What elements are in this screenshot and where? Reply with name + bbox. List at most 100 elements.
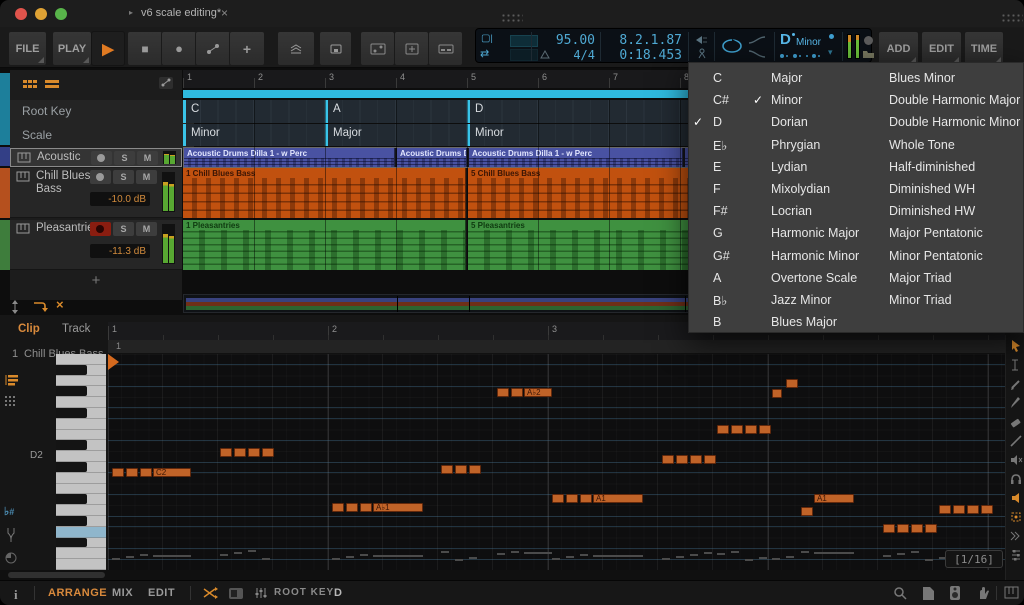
close-window-button[interactable]	[15, 8, 27, 20]
piano-key-B2[interactable]	[56, 354, 106, 365]
midi-note[interactable]	[883, 524, 895, 533]
expand-icons-icon[interactable]	[1009, 529, 1023, 543]
tab-track[interactable]: Track	[62, 323, 90, 335]
root-key-status-value[interactable]: D	[334, 587, 342, 599]
midi-note[interactable]	[981, 505, 993, 514]
tuning-fork-icon[interactable]	[4, 527, 18, 543]
slope-tool-icon[interactable]	[1009, 434, 1023, 448]
grid-size-display[interactable]: [1/16]	[945, 550, 1003, 568]
scale-track-color[interactable]	[0, 73, 10, 145]
midi-note[interactable]	[262, 448, 274, 457]
menu-item-root-key[interactable]: F	[713, 182, 721, 196]
solo-button[interactable]: S	[113, 170, 134, 184]
menu-item-scale[interactable]: Harmonic Major	[771, 226, 859, 240]
editor-scrollbar[interactable]	[0, 570, 1005, 580]
fade-out-icon[interactable]	[748, 49, 766, 59]
controller-button[interactable]	[319, 31, 352, 66]
midi-note[interactable]	[469, 465, 481, 474]
menu-item-root-key[interactable]: G	[713, 226, 723, 240]
midi-note[interactable]	[897, 524, 909, 533]
midi-note[interactable]: A1	[814, 494, 854, 503]
midi-note[interactable]	[704, 455, 716, 464]
menu-item-scale[interactable]: Half-diminished	[889, 160, 975, 174]
punch-in-icon[interactable]: ▢|	[481, 33, 493, 44]
tab-title[interactable]: v6 scale editing*	[141, 7, 221, 19]
record-arm-button[interactable]	[90, 222, 111, 236]
track-name[interactable]: Acoustic	[37, 151, 80, 163]
piano-key-Ab1[interactable]	[56, 516, 106, 527]
punch-out-field[interactable]	[510, 49, 538, 61]
add-button[interactable]: ADD	[878, 31, 919, 66]
piano-key-Bb1[interactable]	[56, 494, 106, 505]
midi-note[interactable]	[786, 379, 798, 388]
piano-key-Eb2[interactable]	[56, 440, 106, 451]
midi-note[interactable]: C2	[153, 468, 191, 477]
midi-note[interactable]	[731, 425, 743, 434]
metronome-icon[interactable]	[540, 50, 550, 59]
menu-item-root-key[interactable]: C	[713, 71, 722, 85]
track-row[interactable]: PleasantriesSM-11.3 dB	[10, 220, 182, 270]
menu-item-scale[interactable]: Minor Triad	[889, 293, 952, 307]
playhead-marker[interactable]	[108, 354, 119, 370]
menu-item-root-key[interactable]: C#	[713, 93, 729, 107]
midi-note[interactable]	[220, 448, 232, 457]
midi-note[interactable]	[511, 388, 523, 397]
track-row[interactable]: AcousticSM	[10, 148, 182, 167]
eraser-tool-icon[interactable]	[1009, 415, 1023, 429]
crossfade-icon[interactable]: ⇄	[480, 47, 489, 60]
minimize-window-button[interactable]	[35, 8, 47, 20]
knife-tool-icon[interactable]	[1009, 396, 1023, 410]
menu-item-root-key[interactable]: D	[713, 115, 722, 129]
fold-notes-icon[interactable]	[4, 395, 18, 409]
menu-item-scale[interactable]: Major Triad	[889, 271, 952, 285]
piano-key-Db2[interactable]	[56, 462, 106, 473]
menu-item-scale[interactable]: Blues Major	[771, 315, 837, 329]
midi-note[interactable]	[234, 448, 246, 457]
midi-note[interactable]	[939, 505, 951, 514]
record-button[interactable]: ●	[161, 31, 197, 66]
follow-playhead-icon[interactable]	[694, 35, 708, 45]
menu-item-scale[interactable]: Minor Pentatonic	[889, 249, 983, 263]
menu-item-root-key[interactable]: B	[713, 315, 721, 329]
menu-item-scale[interactable]: Locrian	[771, 204, 812, 218]
midi-note[interactable]	[552, 494, 564, 503]
midi-note[interactable]	[676, 455, 688, 464]
menu-item-scale[interactable]: Jazz Minor	[771, 293, 831, 307]
time-display[interactable]: 0:18.453	[606, 48, 682, 63]
record-master-icon[interactable]	[864, 36, 873, 45]
browser-file-icon[interactable]	[922, 586, 935, 601]
clip-launcher-button[interactable]	[428, 31, 463, 66]
midi-note[interactable]	[925, 524, 937, 533]
search-icon[interactable]	[893, 586, 908, 601]
menu-item-root-key[interactable]: E	[713, 160, 721, 174]
volume-display[interactable]: -11.3 dB	[90, 244, 150, 258]
piano-key-G1[interactable]	[56, 527, 106, 538]
midi-note[interactable]	[801, 507, 813, 516]
track-color-acoustic[interactable]	[0, 147, 10, 166]
scale-cell[interactable]: Major	[325, 124, 465, 146]
piano-key-F2[interactable]	[56, 419, 106, 430]
menu-item-scale[interactable]: Whole Tone	[889, 138, 955, 152]
root-key-cell[interactable]: A	[325, 100, 465, 123]
midi-note[interactable]: A♭2	[524, 388, 552, 397]
midi-note[interactable]	[455, 465, 467, 474]
file-menu-button[interactable]: FILE	[8, 31, 47, 66]
accidentals-icon[interactable]: ♭#	[4, 505, 14, 518]
menu-item-root-key[interactable]: A	[713, 271, 721, 285]
mute-button[interactable]: M	[136, 170, 157, 184]
volume-display[interactable]: -10.0 dB	[90, 192, 150, 206]
menu-item-scale[interactable]: Dorian	[771, 115, 808, 129]
arranger-clip-keys[interactable]: 1 Pleasantries	[183, 220, 466, 270]
menu-item-scale[interactable]: Phrygian	[771, 138, 820, 152]
piano-key-B1[interactable]	[56, 484, 106, 495]
view-edit[interactable]: EDIT	[148, 587, 175, 599]
menu-item-scale[interactable]: Blues Minor	[889, 71, 955, 85]
scale-selector[interactable]: D Minor ▾	[776, 29, 840, 62]
add-track-button[interactable]: +	[10, 272, 182, 294]
text-tool-icon[interactable]	[1009, 358, 1023, 372]
midi-note[interactable]	[126, 468, 138, 477]
track-name[interactable]: Chill Blues	[36, 170, 90, 182]
return-arrow-icon[interactable]	[32, 300, 48, 314]
record-arm-button[interactable]	[90, 170, 111, 184]
view-mix[interactable]: MIX	[112, 587, 133, 599]
